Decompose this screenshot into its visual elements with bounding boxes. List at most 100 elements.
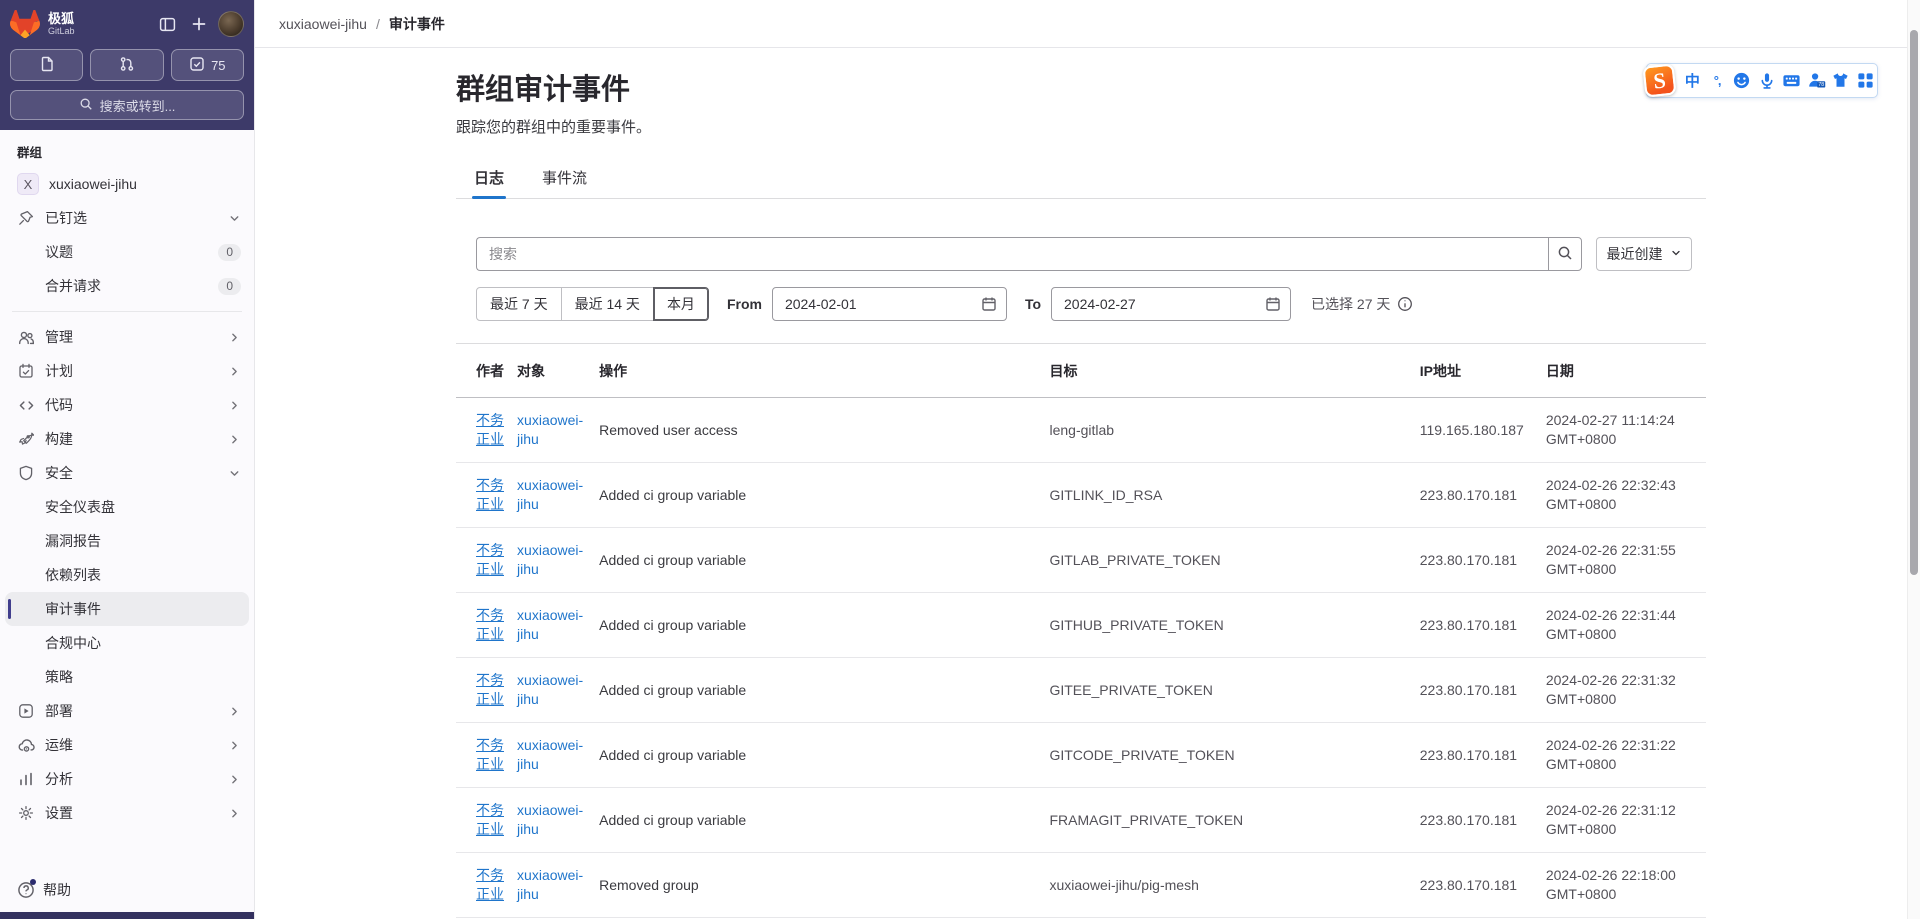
author-link[interactable]: 不务正业 <box>476 672 504 707</box>
sidebar-item-计划[interactable]: 计划 <box>5 354 249 388</box>
ime-chinese-mode-button[interactable]: 中 <box>1681 69 1704 93</box>
ime-voice-icon[interactable] <box>1755 69 1778 93</box>
sidebar-item-安全仪表盘[interactable]: 安全仪表盘 <box>5 490 249 524</box>
table-row: 不务正业 xuxiaowei-jihu Added ci group variabl… <box>456 787 1706 853</box>
sidebar-toggle-icon[interactable] <box>154 11 180 37</box>
sidebar-item-构建[interactable]: 构建 <box>5 422 249 456</box>
sidebar-item-group[interactable]: Xxuxiaowei-jihu <box>5 167 249 201</box>
target-cell: GITLAB_PRIVATE_TOKEN <box>1049 527 1420 593</box>
range-this-month-button[interactable]: 本月 <box>652 287 709 321</box>
date-cell: 2024-02-26 22:31:55 GMT+0800 <box>1545 527 1706 593</box>
object-link[interactable]: xuxiaowei-jihu <box>517 802 583 837</box>
range-last-7-days-button[interactable]: 最近 7 天 <box>476 287 562 321</box>
sort-dropdown[interactable]: 最近创建 <box>1596 237 1692 271</box>
main-content: 群组审计事件 跟踪您的群组中的重要事件。 日志 事件流 最近创建 <box>255 48 1907 919</box>
sidebar-item-设置[interactable]: 设置 <box>5 796 249 830</box>
create-new-plus-icon[interactable] <box>186 11 212 37</box>
target-cell: leng-gitlab <box>1049 397 1420 463</box>
ime-emoji-icon[interactable] <box>1731 69 1754 93</box>
sidebar-bottom-strip <box>0 912 254 919</box>
ime-account-icon[interactable]: 78 <box>1805 69 1828 93</box>
sidebar-item-漏洞报告[interactable]: 漏洞报告 <box>5 524 249 558</box>
chevron-right-icon <box>228 433 241 446</box>
author-link[interactable]: 不务正业 <box>476 542 504 577</box>
search-or-goto-button[interactable]: 搜索或转到... <box>10 90 244 120</box>
question-circle-icon <box>17 879 36 899</box>
search-input[interactable] <box>476 237 1548 271</box>
table-header-row: 作者 对象 操作 目标 IP地址 日期 <box>456 343 1706 398</box>
sidebar-item-合并请求[interactable]: 合并请求 0 <box>5 269 249 303</box>
breadcrumb-group-link[interactable]: xuxiaowei-jihu <box>279 16 367 32</box>
ime-toolbox-icon[interactable] <box>1854 69 1877 93</box>
sidebar-item-安全[interactable]: 安全 <box>5 456 249 490</box>
chevron-right-icon <box>228 399 241 412</box>
sidebar-item-议题[interactable]: 议题 0 <box>5 235 249 269</box>
object-link[interactable]: xuxiaowei-jihu <box>517 867 583 902</box>
ip-cell: 223.80.170.181 <box>1419 462 1546 528</box>
sidebar-item-合规中心[interactable]: 合规中心 <box>5 626 249 660</box>
todo-count: 75 <box>211 57 226 73</box>
object-link[interactable]: xuxiaowei-jihu <box>517 542 583 577</box>
author-link[interactable]: 不务正业 <box>476 412 504 447</box>
chevron-down-icon <box>228 467 241 480</box>
sidebar-item-代码[interactable]: 代码 <box>5 388 249 422</box>
merge-requests-shortcut-button[interactable] <box>90 49 164 81</box>
object-link[interactable]: xuxiaowei-jihu <box>517 607 583 642</box>
author-link[interactable]: 不务正业 <box>476 737 504 772</box>
help-button[interactable]: 帮助 <box>0 868 254 912</box>
sidebar-item-分析[interactable]: 分析 <box>5 762 249 796</box>
date-cell: 2024-02-26 22:32:43 GMT+0800 <box>1545 462 1706 528</box>
sidebar-item-部署[interactable]: 部署 <box>5 694 249 728</box>
ip-cell: 223.80.170.181 <box>1419 852 1546 918</box>
sidebar-item-审计事件[interactable]: 审计事件 <box>5 592 249 626</box>
todos-shortcut-button[interactable]: 75 <box>170 49 244 81</box>
table-row: 不务正业 xuxiaowei-jihu Added ci group variabl… <box>456 592 1706 658</box>
todo-check-icon <box>189 56 205 75</box>
tab-event-stream[interactable]: 事件流 <box>540 159 589 198</box>
header-date: 日期 <box>1545 343 1706 398</box>
info-icon[interactable] <box>1397 296 1413 312</box>
date-cell: 2024-02-26 22:31:22 GMT+0800 <box>1545 722 1706 788</box>
tab-log[interactable]: 日志 <box>472 159 507 199</box>
author-link[interactable]: 不务正业 <box>476 867 504 902</box>
author-link[interactable]: 不务正业 <box>476 802 504 837</box>
sidebar-item-策略[interactable]: 策略 <box>5 660 249 694</box>
table-row: 不务正业 xuxiaowei-jihu Added ci group variabl… <box>456 462 1706 528</box>
search-icon <box>1557 245 1573 264</box>
chevron-right-icon <box>228 773 241 786</box>
breadcrumb-current: 审计事件 <box>388 15 445 32</box>
object-link[interactable]: xuxiaowei-jihu <box>517 477 583 512</box>
sidebar-item-已钉选[interactable]: 已钉选 <box>5 201 249 235</box>
action-cell: Removed group <box>599 852 1050 918</box>
sogou-logo-icon[interactable]: S <box>1642 63 1677 98</box>
shield-icon <box>17 464 35 482</box>
date-from-input[interactable] <box>771 287 1007 321</box>
range-last-14-days-button[interactable]: 最近 14 天 <box>560 287 654 321</box>
issues-shortcut-button[interactable] <box>10 49 84 81</box>
sidebar-item-管理[interactable]: 管理 <box>5 320 249 354</box>
ime-keyboard-icon[interactable] <box>1780 69 1803 93</box>
sidebar-item-依赖列表[interactable]: 依赖列表 <box>5 558 249 592</box>
ime-punctuation-button[interactable]: °, <box>1706 69 1729 93</box>
ime-account-badge: 78 <box>1818 82 1824 88</box>
count-badge: 0 <box>218 277 241 295</box>
scrollbar-thumb[interactable] <box>1910 30 1918 575</box>
sidebar-item-运维[interactable]: 运维 <box>5 728 249 762</box>
author-link[interactable]: 不务正业 <box>476 607 504 642</box>
object-link[interactable]: xuxiaowei-jihu <box>517 737 583 772</box>
filters-section: 最近创建 最近 7 天 最近 14 天 本月 From To <box>456 199 1706 321</box>
page-scrollbar[interactable] <box>1907 0 1920 919</box>
deploy-icon <box>17 702 35 720</box>
search-submit-button[interactable] <box>1548 237 1582 271</box>
author-link[interactable]: 不务正业 <box>476 477 504 512</box>
ime-skin-icon[interactable] <box>1830 69 1853 93</box>
from-label: From <box>726 296 762 312</box>
header-target: 目标 <box>1049 343 1420 398</box>
target-cell: xuxiaowei-jihu/pig-mesh <box>1049 852 1420 918</box>
object-link[interactable]: xuxiaowei-jihu <box>517 672 583 707</box>
user-avatar[interactable] <box>218 11 244 37</box>
group-avatar: X <box>17 173 39 195</box>
sidebar-divider <box>12 311 242 312</box>
date-to-input[interactable] <box>1051 287 1292 321</box>
object-link[interactable]: xuxiaowei-jihu <box>517 412 583 447</box>
